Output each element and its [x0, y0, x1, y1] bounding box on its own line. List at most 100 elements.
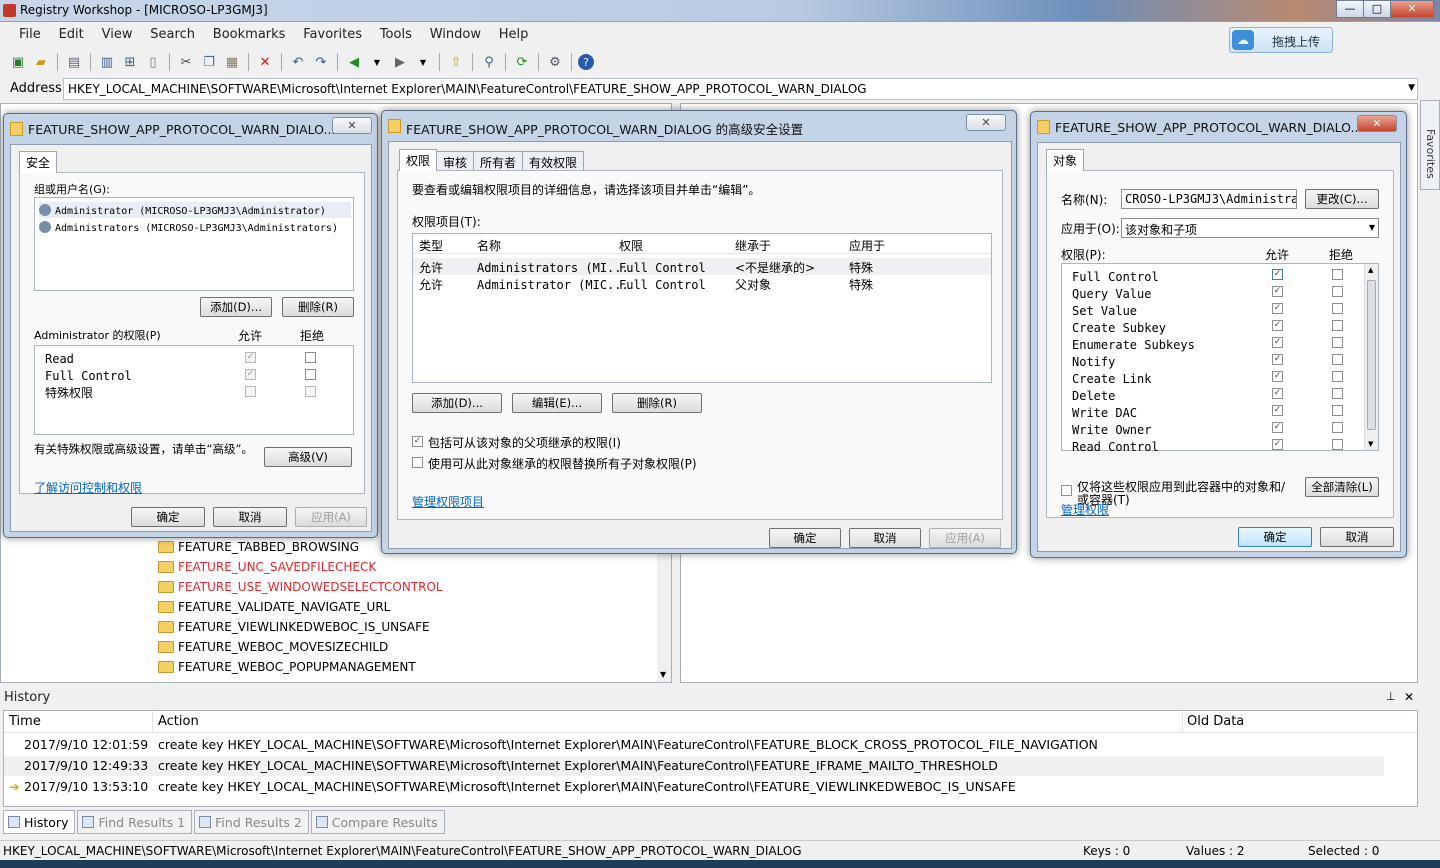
change-button[interactable]: 更改(C)... [1305, 189, 1379, 209]
deny-checkbox[interactable] [1332, 320, 1343, 331]
tree-item[interactable]: FEATURE_USE_WINDOWEDSELECTCONTROL [158, 577, 443, 597]
favorites-panel-tab[interactable]: Favorites [1420, 100, 1440, 190]
close-icon[interactable]: ✕ [1404, 690, 1414, 704]
undo-icon[interactable]: ↶ [288, 52, 308, 72]
scroll-thumb[interactable] [1367, 280, 1376, 430]
tree-item[interactable]: FEATURE_VIEWLINKEDWEBOC_IS_UNSAFE [158, 617, 430, 637]
tab-object[interactable]: 对象 [1046, 149, 1085, 171]
allow-checkbox[interactable]: ✓ [1272, 354, 1283, 365]
ok-button[interactable]: 确定 [1238, 527, 1312, 547]
tab-find-results-2[interactable]: Find Results 2 [194, 810, 309, 834]
allow-checkbox[interactable]: ✓ [1272, 303, 1283, 314]
upload-button[interactable]: ☁ 拖拽上传 [1229, 27, 1333, 53]
col-type[interactable]: 类型 [419, 237, 443, 254]
deny-checkbox[interactable] [1332, 405, 1343, 416]
user-item[interactable]: Administrators (MICROSO-LP3GMJ3\Administ… [39, 219, 351, 235]
allow-checkbox[interactable]: ✓ [1272, 286, 1283, 297]
ok-button[interactable]: 确定 [769, 528, 841, 548]
redo-icon[interactable]: ↷ [311, 52, 331, 72]
allow-checkbox[interactable]: ✓ [1272, 405, 1283, 416]
allow-checkbox[interactable]: ✓ [1272, 422, 1283, 433]
tree-item[interactable]: FEATURE_VALIDATE_NAVIGATE_URL [158, 597, 390, 617]
include-inheritable-checkbox[interactable]: ✓ [412, 436, 423, 447]
network-icon[interactable]: ⊞ [120, 52, 140, 72]
table-row[interactable]: 允许 Administrator (MIC... Full Control 父对… [413, 275, 991, 292]
scroll-down-icon[interactable]: ▼ [1368, 440, 1373, 448]
tab-permissions[interactable]: 权限 [399, 149, 438, 171]
scroll-down-icon[interactable]: ▼ [660, 670, 666, 679]
only-apply-checkbox[interactable] [1061, 485, 1072, 496]
allow-checkbox[interactable]: ✓ [1272, 320, 1283, 331]
tab-security[interactable]: 安全 [19, 151, 58, 173]
cancel-button[interactable]: 取消 [849, 528, 921, 548]
col-inherited[interactable]: 继承于 [735, 237, 771, 254]
menu-view[interactable]: View [95, 24, 140, 45]
scroll-up-icon[interactable]: ▲ [1368, 266, 1373, 274]
deny-checkbox[interactable] [1332, 439, 1343, 450]
menu-window[interactable]: Window [423, 24, 488, 45]
help-icon[interactable]: ? [578, 54, 594, 70]
apply-to-select[interactable]: 该对象和子项 ▼ [1121, 218, 1379, 238]
history-table[interactable]: Time Action Old Data 2017/9/10 12:01:59 … [3, 710, 1418, 807]
users-list[interactable]: Administrator (MICROSO-LP3GMJ3\Administr… [34, 197, 354, 291]
menu-bookmarks[interactable]: Bookmarks [206, 24, 293, 45]
col-action[interactable]: Action [158, 714, 199, 729]
close-icon[interactable]: ✕ [966, 114, 1006, 131]
col-apply-to[interactable]: 应用于 [849, 237, 885, 254]
cut-icon[interactable]: ✂ [176, 52, 196, 72]
copy-icon[interactable]: ❐ [199, 52, 219, 72]
cancel-button[interactable]: 取消 [213, 507, 287, 527]
permissions-list[interactable]: ▲ ▼ Full Control ✓ Query Value ✓ Set Value ✓ C… [1061, 263, 1379, 454]
add-button[interactable]: 添加(D)... [200, 297, 272, 317]
settings-icon[interactable]: ⚙ [545, 52, 565, 72]
deny-checkbox[interactable] [305, 386, 316, 397]
replace-child-checkbox[interactable] [412, 457, 423, 468]
allow-checkbox[interactable]: ✓ [245, 369, 256, 380]
col-name[interactable]: 名称 [477, 237, 501, 254]
menu-file[interactable]: File [12, 24, 48, 45]
back-dropdown-icon[interactable]: ▼ [367, 52, 387, 72]
clear-all-button[interactable]: 全部清除(L) [1305, 477, 1379, 497]
menu-search[interactable]: Search [143, 24, 202, 45]
computer-icon[interactable]: ▥ [97, 52, 117, 72]
tab-history[interactable]: History [3, 810, 76, 834]
minimize-button[interactable]: — [1336, 0, 1364, 18]
apply-button[interactable]: 应用(A) [295, 507, 367, 527]
history-row[interactable]: 2017/9/10 12:49:33 create key HKEY_LOCAL… [4, 756, 1384, 776]
deny-checkbox[interactable] [1332, 371, 1343, 382]
allow-checkbox[interactable]: ✓ [1272, 337, 1283, 348]
allow-checkbox[interactable]: ✓ [1272, 439, 1283, 450]
allow-checkbox[interactable]: ✓ [1272, 269, 1283, 280]
name-field[interactable]: CROSO-LP3GMJ3\Administrators) [1121, 189, 1297, 209]
tree-item[interactable]: FEATURE_WEBOC_POPUPMANAGEMENT [158, 657, 416, 677]
delete-icon[interactable]: ✕ [255, 52, 275, 72]
remove-button[interactable]: 删除(R) [612, 393, 702, 413]
manage-permissions-link[interactable]: 管理权限 [1061, 501, 1109, 518]
table-row[interactable]: 允许 Administrators (MI... Full Control <不… [413, 258, 991, 275]
allow-checkbox[interactable] [245, 386, 256, 397]
col-old-data[interactable]: Old Data [1187, 714, 1244, 729]
deny-checkbox[interactable] [1332, 422, 1343, 433]
history-row[interactable]: 2017/9/10 12:01:59 create key HKEY_LOCAL… [4, 735, 1384, 755]
tab-compare-results[interactable]: Compare Results [310, 810, 445, 834]
allow-checkbox[interactable]: ✓ [245, 352, 256, 363]
allow-checkbox[interactable]: ✓ [1272, 371, 1283, 382]
tab-effective-permissions[interactable]: 有效权限 [522, 151, 585, 171]
col-permission[interactable]: 权限 [619, 237, 643, 254]
close-button[interactable]: ✕ [1390, 0, 1434, 18]
close-icon[interactable]: ✕ [1357, 115, 1397, 132]
close-icon[interactable]: ✕ [332, 117, 372, 134]
address-input[interactable]: HKEY_LOCAL_MACHINE\SOFTWARE\Microsoft\In… [63, 78, 1418, 100]
menu-edit[interactable]: Edit [52, 24, 91, 45]
refresh-icon[interactable]: ⟳ [512, 52, 532, 72]
ok-button[interactable]: 确定 [131, 507, 205, 527]
key-icon[interactable]: ▯ [143, 52, 163, 72]
connect-icon[interactable]: ▣ [8, 52, 28, 72]
deny-checkbox[interactable] [1332, 337, 1343, 348]
deny-checkbox[interactable] [305, 369, 316, 380]
forward-icon[interactable]: ▶ [390, 52, 410, 72]
back-icon[interactable]: ◀ [344, 52, 364, 72]
col-time[interactable]: Time [9, 714, 41, 729]
menu-favorites[interactable]: Favorites [296, 24, 369, 45]
tab-find-results-1[interactable]: Find Results 1 [77, 810, 193, 834]
